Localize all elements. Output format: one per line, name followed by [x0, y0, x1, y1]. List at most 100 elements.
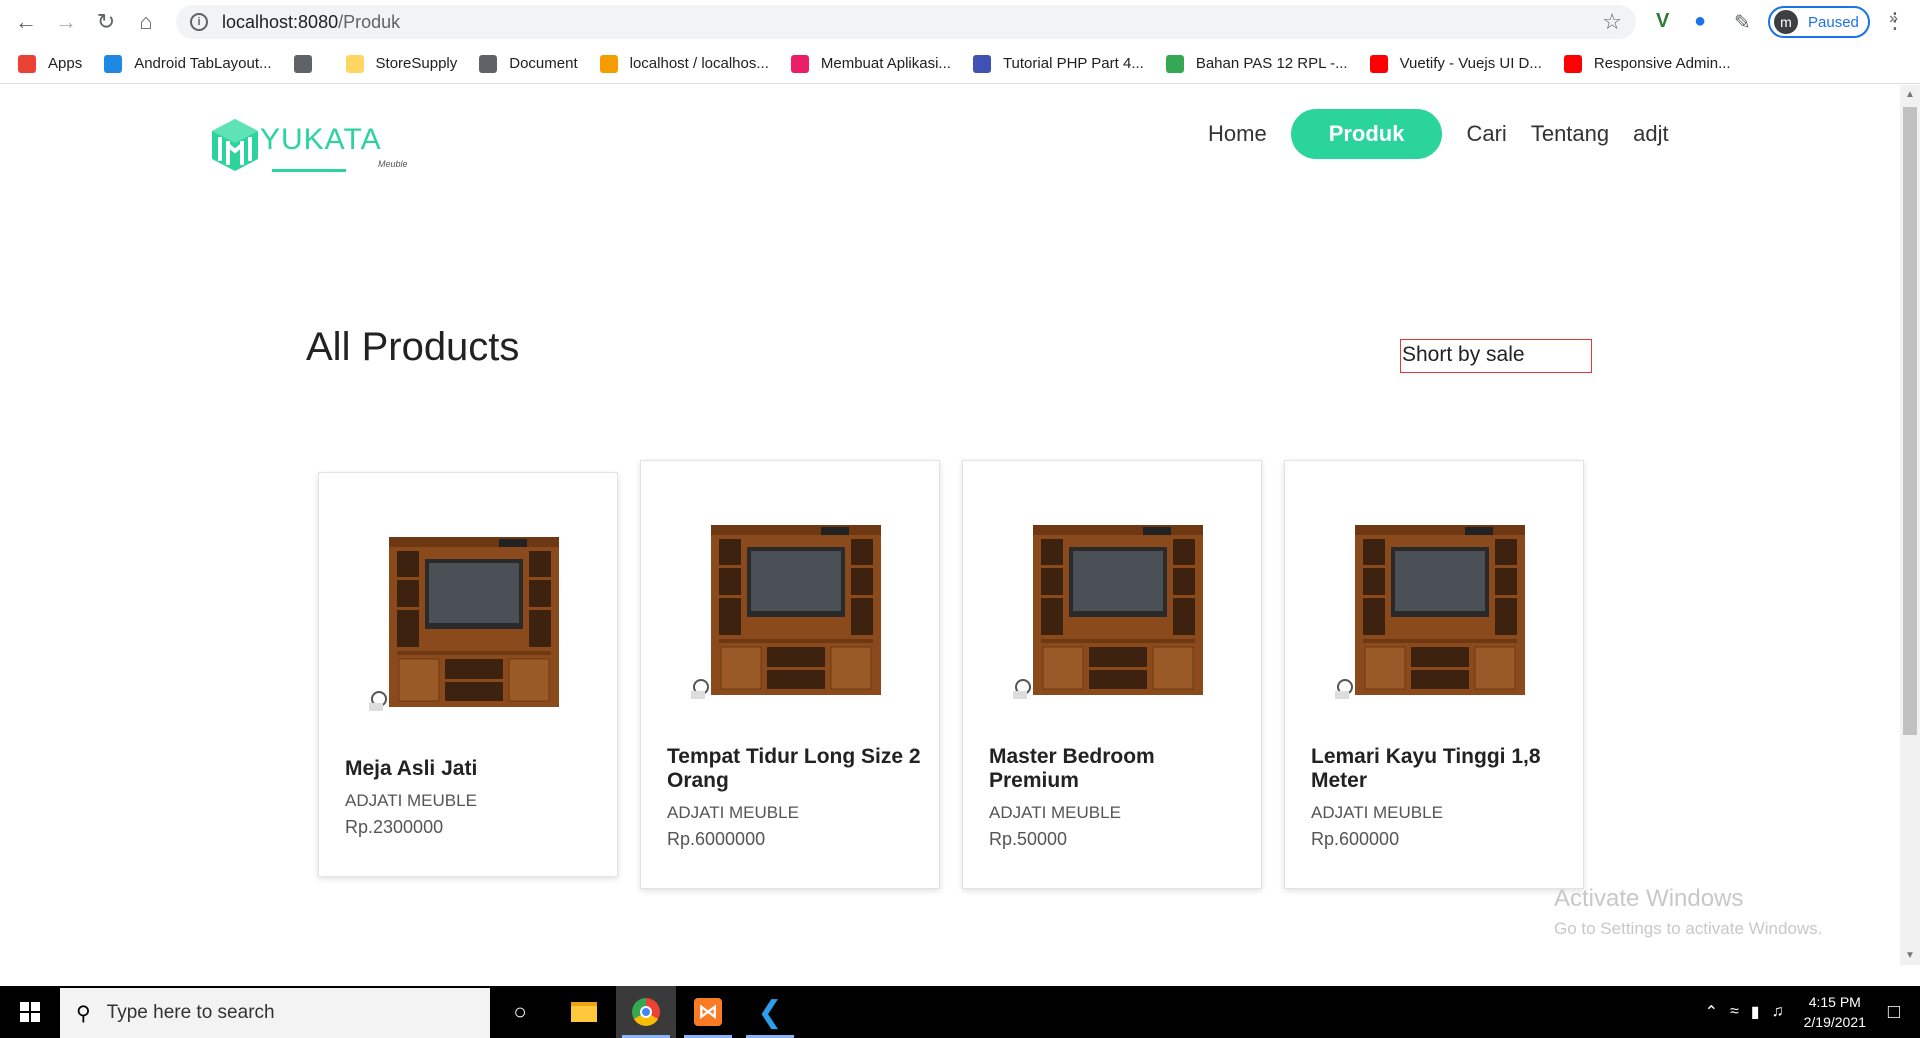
- battery-icon[interactable]: ▮: [1751, 1002, 1760, 1022]
- bookmark-item[interactable]: Bahan PAS 12 RPL -...: [1165, 54, 1348, 73]
- bookmark-label: Apps: [48, 55, 83, 72]
- nav-user[interactable]: adjt: [1633, 121, 1668, 147]
- bookmark-item[interactable]: Apps: [18, 54, 83, 73]
- product-image: [369, 536, 560, 712]
- chrome-button[interactable]: [616, 986, 676, 1038]
- vscode-icon: ❮: [757, 995, 783, 1029]
- extensions-puzzle-icon[interactable]: ✎: [1734, 10, 1751, 35]
- taskbar-search[interactable]: ⚲ Type here to search: [60, 988, 490, 1038]
- bookmark-star-icon[interactable]: ☆: [1602, 9, 1622, 35]
- bookmark-item[interactable]: Android TabLayout...: [104, 54, 272, 73]
- bookmark-item[interactable]: Tutorial PHP Part 4...: [972, 54, 1144, 73]
- profile-status: Paused: [1808, 13, 1859, 31]
- drive-icon: [1165, 54, 1184, 73]
- phpmyadmin-icon: [599, 54, 618, 73]
- bookmark-item[interactable]: Membuat Aplikasi...: [790, 54, 951, 73]
- product-card[interactable]: Meja Asli Jati ADJATI MEUBLE Rp.2300000: [318, 472, 618, 877]
- clock[interactable]: 4:15 PM 2/19/2021: [1804, 992, 1866, 1032]
- vscode-button[interactable]: ❮: [740, 986, 800, 1038]
- reload-icon[interactable]: ↻: [86, 2, 126, 42]
- start-button[interactable]: [0, 986, 60, 1038]
- product-image: [1335, 524, 1526, 700]
- browser-toolbar: ← → ↻ ⌂ i localhost:8080/Produk ☆ V ● ✎ …: [0, 0, 1920, 44]
- wifi-icon[interactable]: ≈: [1730, 1003, 1739, 1021]
- product-image: [691, 524, 882, 700]
- system-tray: ⌃ ≈ ▮ ♫ 4:15 PM 2/19/2021 □: [1705, 986, 1920, 1038]
- product-card[interactable]: Lemari Kayu Tinggi 1,8 Meter ADJATI MEUB…: [1284, 460, 1584, 889]
- profile-button[interactable]: m Paused: [1768, 6, 1870, 38]
- forward-icon[interactable]: →: [46, 2, 86, 42]
- clock-date: 2/19/2021: [1803, 1014, 1866, 1030]
- bookmark-item[interactable]: Vuetify - Vuejs UI D...: [1369, 54, 1542, 73]
- page-scrollbar[interactable]: ▲ ▼: [1900, 85, 1920, 965]
- product-price: Rp.2300000: [345, 817, 444, 837]
- product-price: Rp.6000000: [667, 829, 766, 849]
- product-card[interactable]: Master Bedroom Premium ADJATI MEUBLE Rp.…: [962, 460, 1262, 889]
- xampp-button[interactable]: ⋈: [678, 986, 738, 1038]
- globe-icon: [479, 54, 498, 73]
- watermark-subtitle: Go to Settings to activate Windows.: [1554, 919, 1823, 938]
- task-view-icon: ○: [513, 999, 527, 1024]
- site-logo[interactable]: YUKATA Meuble: [210, 115, 430, 175]
- chrome-icon: [632, 998, 660, 1026]
- apps-grid-icon: [18, 54, 36, 73]
- site-info-icon[interactable]: i: [190, 13, 208, 31]
- site-icon: [790, 54, 809, 73]
- product-price: Rp.50000: [989, 829, 1068, 849]
- bookmark-item[interactable]: Document: [479, 54, 578, 73]
- scrollbar-thumb[interactable]: [1903, 107, 1917, 735]
- bookmark-label: Bahan PAS 12 RPL -...: [1195, 55, 1348, 72]
- scroll-down-icon[interactable]: ▼: [1905, 950, 1915, 961]
- home-icon[interactable]: ⌂: [126, 2, 166, 42]
- bookmark-label: Vuetify - Vuejs UI D...: [1399, 55, 1542, 72]
- product-brand: ADJATI MEUBLE: [989, 803, 1121, 822]
- bookmark-label: Responsive Admin...: [1593, 55, 1731, 72]
- file-explorer-button[interactable]: [554, 986, 614, 1038]
- task-view-button[interactable]: ○: [490, 986, 550, 1038]
- url-text: localhost:8080/Produk: [222, 11, 401, 32]
- product-card[interactable]: Tempat Tidur Long Size 2 Orang ADJATI ME…: [640, 460, 940, 889]
- activate-windows-watermark: Activate Windows Go to Settings to activ…: [1554, 885, 1822, 939]
- nav-cari[interactable]: Cari: [1466, 121, 1506, 147]
- logo-underline: [272, 169, 346, 172]
- bookmark-item[interactable]: localhost / localhos...: [599, 54, 769, 73]
- product-name: Meja Asli Jati: [345, 757, 478, 780]
- product-image: [1013, 524, 1204, 700]
- address-bar[interactable]: i localhost:8080/Produk ☆: [176, 5, 1636, 39]
- nav-home[interactable]: Home: [1208, 121, 1267, 147]
- bookmarks-more-icon[interactable]: »: [1889, 10, 1898, 28]
- nav-produk[interactable]: Produk: [1290, 109, 1443, 159]
- bookmark-label: Android TabLayout...: [134, 55, 272, 72]
- page-viewport: YUKATA Meuble Home Produk Cari Tentang a…: [0, 85, 1900, 965]
- back-icon[interactable]: ←: [6, 2, 46, 42]
- avatar: m: [1774, 10, 1798, 34]
- scroll-up-icon[interactable]: ▲: [1905, 89, 1915, 100]
- chevron-up-icon[interactable]: ⌃: [1705, 1002, 1718, 1022]
- w3-icon: [972, 54, 991, 73]
- product-brand: ADJATI MEUBLE: [1311, 803, 1443, 822]
- bookmarks-bar: Apps Android TabLayout... StoreSupply Docum…: [0, 44, 1920, 84]
- main-nav: Home Produk Cari Tentang adjt: [1196, 109, 1681, 159]
- bookmark-label: Tutorial PHP Part 4...: [1002, 55, 1144, 72]
- search-icon: ⚲: [76, 1002, 91, 1025]
- product-price: Rp.600000: [1311, 829, 1400, 849]
- search-placeholder: Type here to search: [106, 1002, 275, 1023]
- bookmark-item[interactable]: [293, 54, 324, 73]
- vue-devtools-icon[interactable]: V: [1656, 10, 1669, 33]
- globe-icon: [293, 54, 312, 73]
- bookmark-item[interactable]: Responsive Admin...: [1563, 54, 1731, 73]
- bookmark-item[interactable]: StoreSupply: [345, 54, 457, 73]
- xampp-icon: ⋈: [694, 998, 722, 1026]
- bookmark-label: localhost / localhos...: [629, 55, 769, 72]
- globe-extension-icon[interactable]: ●: [1694, 10, 1706, 33]
- nav-tentang[interactable]: Tentang: [1531, 121, 1609, 147]
- sort-select[interactable]: Short by sale: [1400, 339, 1592, 373]
- bookmark-label: Document: [509, 55, 578, 72]
- android-icon: [104, 54, 123, 73]
- page-title: All Products: [306, 325, 520, 369]
- product-name: Master Bedroom Premium: [989, 745, 1155, 792]
- notification-icon[interactable]: □: [1888, 1001, 1900, 1024]
- product-name: Tempat Tidur Long Size 2 Orang: [667, 745, 921, 792]
- volume-icon[interactable]: ♫: [1772, 1003, 1784, 1021]
- windows-taskbar: ⚲ Type here to search ○ ⋈ ❮ ⌃ ≈ ▮ ♫ 4:15…: [0, 986, 1920, 1038]
